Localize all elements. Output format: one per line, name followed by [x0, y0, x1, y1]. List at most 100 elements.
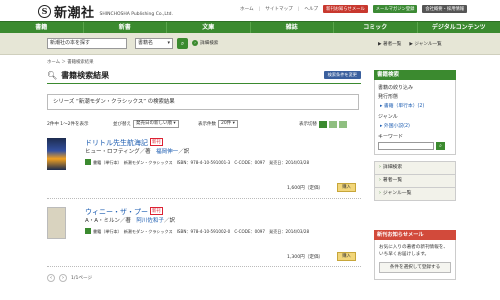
sidebar-item-authors[interactable]: › 著者一覧 [375, 174, 455, 187]
arrow-right-icon: › [379, 165, 381, 170]
book-title[interactable]: ウィニー・ザ・プー [85, 208, 148, 216]
search-icon: ⌕ [439, 143, 442, 149]
buy-button[interactable]: 購入 [337, 183, 356, 192]
prev-page-button[interactable]: ‹ [47, 274, 55, 282]
result-count: 2件中 1〜2件を表示 [47, 122, 89, 127]
top-link-sitemap[interactable]: サイトマップ [265, 6, 293, 12]
new-release-mail-link[interactable]: 新刊お知らせメール [323, 5, 368, 13]
author-text: ヒュー・ロフティング／著 [85, 149, 157, 155]
mail-box-title: 新刊お知らせメール [374, 230, 456, 240]
series-result-label: シリーズ “新潮モダン・クラシックス” の検索結果 [47, 94, 359, 110]
author-suffix: ／訳 [178, 149, 190, 155]
page-indicator: 1/1ページ [71, 276, 93, 281]
book-meta: 書籍（単行本） 新潮モダン・クラシックス ISBN：978-4-10-59100… [93, 160, 310, 165]
book-format-icon [85, 228, 91, 234]
search-type-select[interactable]: 書籍名 ▾ [135, 38, 173, 49]
new-badge: 新刊 [150, 138, 163, 146]
gnav-books[interactable]: 書籍 [0, 22, 84, 33]
book-title[interactable]: ドリトル先生航海記 [85, 139, 148, 147]
logo-mark-icon: S [38, 5, 51, 18]
sidebar-item-label: ジャンル一覧 [382, 191, 412, 196]
keyword-search-button[interactable]: ⌕ [436, 142, 445, 150]
divider [47, 83, 361, 84]
advanced-search-label: 詳細検索 [200, 41, 219, 46]
gnav-digital[interactable]: デジタルコンテンツ [418, 22, 500, 33]
per-page-select[interactable]: 20件 ▾ [218, 120, 238, 128]
divider [47, 198, 361, 199]
book-cover-image[interactable] [47, 138, 66, 170]
new-badge: 新刊 [150, 207, 163, 215]
arrow-right-icon: › [192, 40, 198, 46]
search-icon: 🔍︎ [47, 70, 58, 80]
sort-value: 発売日の新しい順 [136, 121, 172, 126]
search-bar: 新潮社の本を探す 書籍名 ▾ ⌕ › 詳細検索 ▶ 著者一覧 ▶ ジャンル一覧 [0, 33, 500, 55]
site-logo[interactable]: S 新潮社 SHINCHOSHA Publishing Co.,Ltd. [38, 3, 173, 21]
author-text: A・A・ミルン／著 [85, 218, 137, 224]
book-format-icon [85, 159, 91, 165]
format-filter-link[interactable]: ▸ 書籍（単行本）(2) [378, 102, 452, 109]
sort-control: 並び替え 発売日の新しい順 ▾ [113, 120, 179, 128]
book-meta: 書籍（単行本） 新潮モダン・クラシックス ISBN：978-4-10-59100… [93, 229, 310, 234]
genre-label: ジャンル [378, 114, 398, 120]
search-icon: ⌕ [180, 40, 185, 47]
mail-box-body: お気に入りの著者の新刊情報を、いち早くお届けします。 条件を選択して登録する [374, 240, 456, 280]
keyword-row: ⌕ [378, 142, 452, 150]
separator: | [297, 6, 300, 12]
sidebar-title: 書籍検索 [374, 70, 456, 80]
change-criteria-button[interactable]: 検索条件を変更 [323, 71, 361, 79]
mail-register-button[interactable]: 条件を選択して登録する [379, 262, 451, 273]
book-author: ヒュー・ロフティング／著 福岡伸一／訳 [85, 147, 189, 155]
results-toolbar: 2件中 1〜2件を表示 並び替え 発売日の新しい順 ▾ 表示件数 20件 ▾ 表… [47, 119, 361, 129]
sidebar-item-advanced[interactable]: › 詳細検索 [375, 161, 455, 174]
author-suffix: ／訳 [163, 218, 175, 224]
gnav-comic[interactable]: コミック [334, 22, 418, 33]
genre-list-link[interactable]: ▶ ジャンル一覧 [409, 41, 441, 47]
sort-select[interactable]: 発売日の新しい順 ▾ [133, 120, 179, 128]
newsletter-link[interactable]: メールマガジン登録 [372, 5, 418, 13]
arrow-right-icon: › [379, 178, 381, 183]
book-price: 1,300円（定価） [287, 255, 324, 260]
new-release-mail-box: 新刊お知らせメール お気に入りの著者の新刊情報を、いち早くお届けします。 条件を… [374, 230, 456, 280]
author-list-link[interactable]: ▶ 著者一覧 [378, 41, 401, 47]
gnav-magazine[interactable]: 雑誌 [251, 22, 334, 33]
advanced-search-link[interactable]: › 詳細検索 [192, 40, 218, 46]
global-nav: 書籍 新書 文庫 雑誌 コミック デジタルコンテンツ [0, 21, 500, 33]
chevron-down-icon: ▾ [167, 40, 170, 46]
search-right-links: ▶ 著者一覧 ▶ ジャンル一覧 [378, 41, 442, 47]
genre-filter-link[interactable]: ▸ 外国小説(2) [378, 122, 452, 129]
page-title: 書籍検索結果 [61, 70, 110, 80]
next-page-button[interactable]: › [59, 274, 67, 282]
book-author: A・A・ミルン／著 阿川佐和子／訳 [85, 216, 175, 224]
view-toggle: 表示切替 [299, 120, 347, 128]
translator-link[interactable]: 福岡伸一 [156, 149, 178, 155]
search-input[interactable]: 新潮社の本を探す [47, 38, 127, 49]
translator-link[interactable]: 阿川佐和子 [136, 218, 164, 224]
search-button[interactable]: ⌕ [177, 38, 188, 49]
per-page-value: 20件 [221, 121, 232, 126]
top-link-help[interactable]: ヘルプ [304, 6, 318, 12]
gnav-bunko[interactable]: 文庫 [167, 22, 251, 33]
search-type-value: 書籍名 [138, 40, 154, 46]
grid-view-icon[interactable] [329, 120, 337, 128]
per-page-label: 表示件数 [198, 122, 216, 127]
keyword-input[interactable] [378, 142, 434, 150]
breadcrumb[interactable]: ホーム ＞ 書籍検索結果 [47, 59, 94, 65]
sidebar-item-label: 詳細検索 [382, 165, 403, 170]
company-info-link[interactable]: 会社概要・採用情報 [422, 5, 468, 13]
list-view-icon[interactable] [319, 120, 327, 128]
sidebar-item-genres[interactable]: › ジャンル一覧 [375, 187, 455, 200]
thumbnail-view-icon[interactable] [339, 120, 347, 128]
sidebar-item-label: 著者一覧 [382, 178, 403, 183]
logo-english: SHINCHOSHA Publishing Co.,Ltd. [99, 11, 173, 17]
per-page-control: 表示件数 20件 ▾ [198, 120, 238, 128]
buy-button[interactable]: 購入 [337, 252, 356, 261]
book-price: 1,600円（定価） [287, 186, 324, 191]
top-link-home[interactable]: ホーム [240, 6, 254, 12]
narrow-panel: 書籍の絞り込み 発行形態 ▸ 書籍（単行本）(2) ジャンル ▸ 外国小説(2)… [374, 80, 456, 155]
book-cover-image[interactable] [47, 207, 66, 239]
gnav-shinsho[interactable]: 新書 [84, 22, 167, 33]
view-label: 表示切替 [299, 122, 317, 127]
sidebar-nav: › 詳細検索 › 著者一覧 › ジャンル一覧 [374, 161, 456, 201]
format-label: 発行形態 [378, 94, 399, 100]
sort-label: 並び替え [113, 122, 131, 127]
